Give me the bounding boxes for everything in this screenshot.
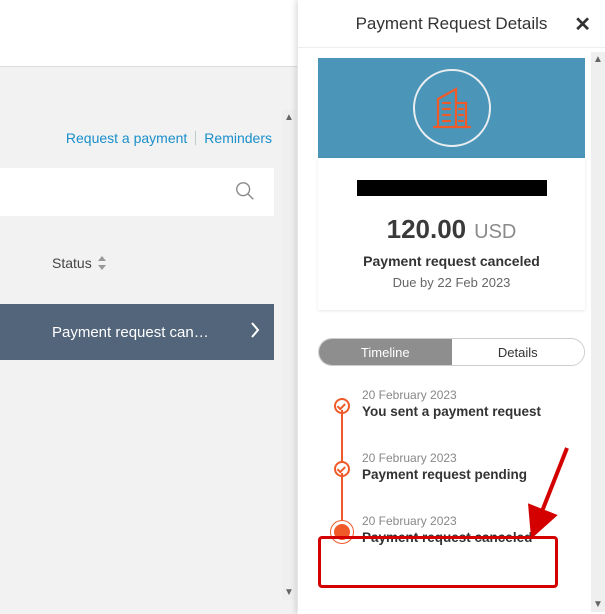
background-list-area: Request a payment Reminders Status Payme… bbox=[0, 0, 297, 614]
scroll-up-icon: ▲ bbox=[282, 112, 296, 123]
chevron-right-icon bbox=[250, 321, 260, 343]
top-blank-bar bbox=[0, 0, 297, 67]
summary-card: 120.00 USD Payment request canceled Due … bbox=[318, 158, 585, 310]
details-panel: Payment Request Details ✕ bbox=[298, 0, 605, 614]
scroll-down-icon: ▼ bbox=[282, 587, 296, 598]
status-text: Payment request canceled bbox=[328, 253, 575, 269]
amount-currency: USD bbox=[474, 221, 516, 244]
top-links: Request a payment Reminders bbox=[58, 130, 280, 146]
tab-details[interactable]: Details bbox=[452, 339, 585, 365]
panel-header: Payment Request Details ✕ bbox=[298, 0, 605, 48]
timeline-date: 20 February 2023 bbox=[362, 514, 585, 528]
timeline-item: 20 February 2023 Payment request pending bbox=[334, 451, 585, 514]
timeline-date: 20 February 2023 bbox=[362, 388, 585, 402]
column-header-status[interactable]: Status bbox=[0, 255, 274, 271]
due-text: Due by 22 Feb 2023 bbox=[328, 275, 575, 290]
building-icon bbox=[432, 85, 472, 132]
scrollbar-right[interactable]: ▲ ▼ bbox=[591, 52, 605, 612]
timeline-date: 20 February 2023 bbox=[362, 451, 585, 465]
request-payment-link[interactable]: Request a payment bbox=[58, 130, 195, 146]
segmented-control: Timeline Details bbox=[318, 338, 585, 366]
row-status-text: Payment request can… bbox=[52, 324, 250, 341]
reminders-link[interactable]: Reminders bbox=[196, 130, 280, 146]
amount-value: 120.00 bbox=[387, 214, 467, 245]
timeline-item: 20 February 2023 Payment request cancele… bbox=[334, 514, 585, 545]
timeline-title: Payment request canceled bbox=[362, 530, 585, 545]
amount-row: 120.00 USD bbox=[328, 214, 575, 245]
payer-name-redacted bbox=[357, 180, 547, 196]
scroll-up-icon: ▲ bbox=[591, 54, 605, 65]
sort-icon bbox=[98, 256, 106, 270]
timeline-title: You sent a payment request bbox=[362, 404, 585, 419]
search-box[interactable] bbox=[0, 168, 274, 216]
tab-timeline[interactable]: Timeline bbox=[319, 339, 452, 365]
close-icon[interactable]: ✕ bbox=[574, 12, 591, 37]
panel-title: Payment Request Details bbox=[356, 14, 548, 34]
timeline: 20 February 2023 You sent a payment requ… bbox=[334, 388, 585, 545]
scrollbar-left[interactable]: ▲ ▼ bbox=[282, 110, 296, 600]
timeline-dot-current-icon bbox=[331, 521, 353, 543]
hero-banner bbox=[318, 58, 585, 158]
scroll-down-icon: ▼ bbox=[591, 599, 605, 610]
status-header-label: Status bbox=[52, 255, 92, 271]
company-avatar-circle bbox=[413, 69, 491, 147]
list-row-selected[interactable]: Payment request can… bbox=[0, 304, 274, 360]
search-icon bbox=[234, 180, 256, 205]
timeline-item: 20 February 2023 You sent a payment requ… bbox=[334, 388, 585, 451]
timeline-title: Payment request pending bbox=[362, 467, 585, 482]
